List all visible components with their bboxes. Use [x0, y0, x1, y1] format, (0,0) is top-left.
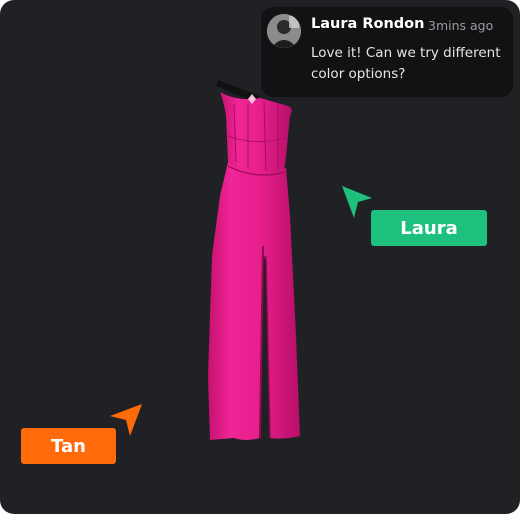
comment-timestamp: 3mins ago [428, 18, 494, 33]
comment-card[interactable]: Laura Rondon 3mins ago Love it! Can we t… [261, 7, 513, 97]
comment-author: Laura Rondon [311, 16, 425, 32]
comment-text: Love it! Can we try different color opti… [311, 45, 501, 82]
dress-image[interactable] [190, 76, 310, 444]
collaborator-cursor-label-laura: Laura [371, 210, 487, 246]
user-avatar[interactable] [267, 14, 301, 48]
collaborator-cursor-label-tan: Tan [21, 428, 116, 464]
design-canvas[interactable]: Laura Rondon 3mins ago Love it! Can we t… [0, 0, 520, 514]
cursor-arrow-icon [342, 186, 372, 218]
avatar-image [267, 14, 301, 48]
